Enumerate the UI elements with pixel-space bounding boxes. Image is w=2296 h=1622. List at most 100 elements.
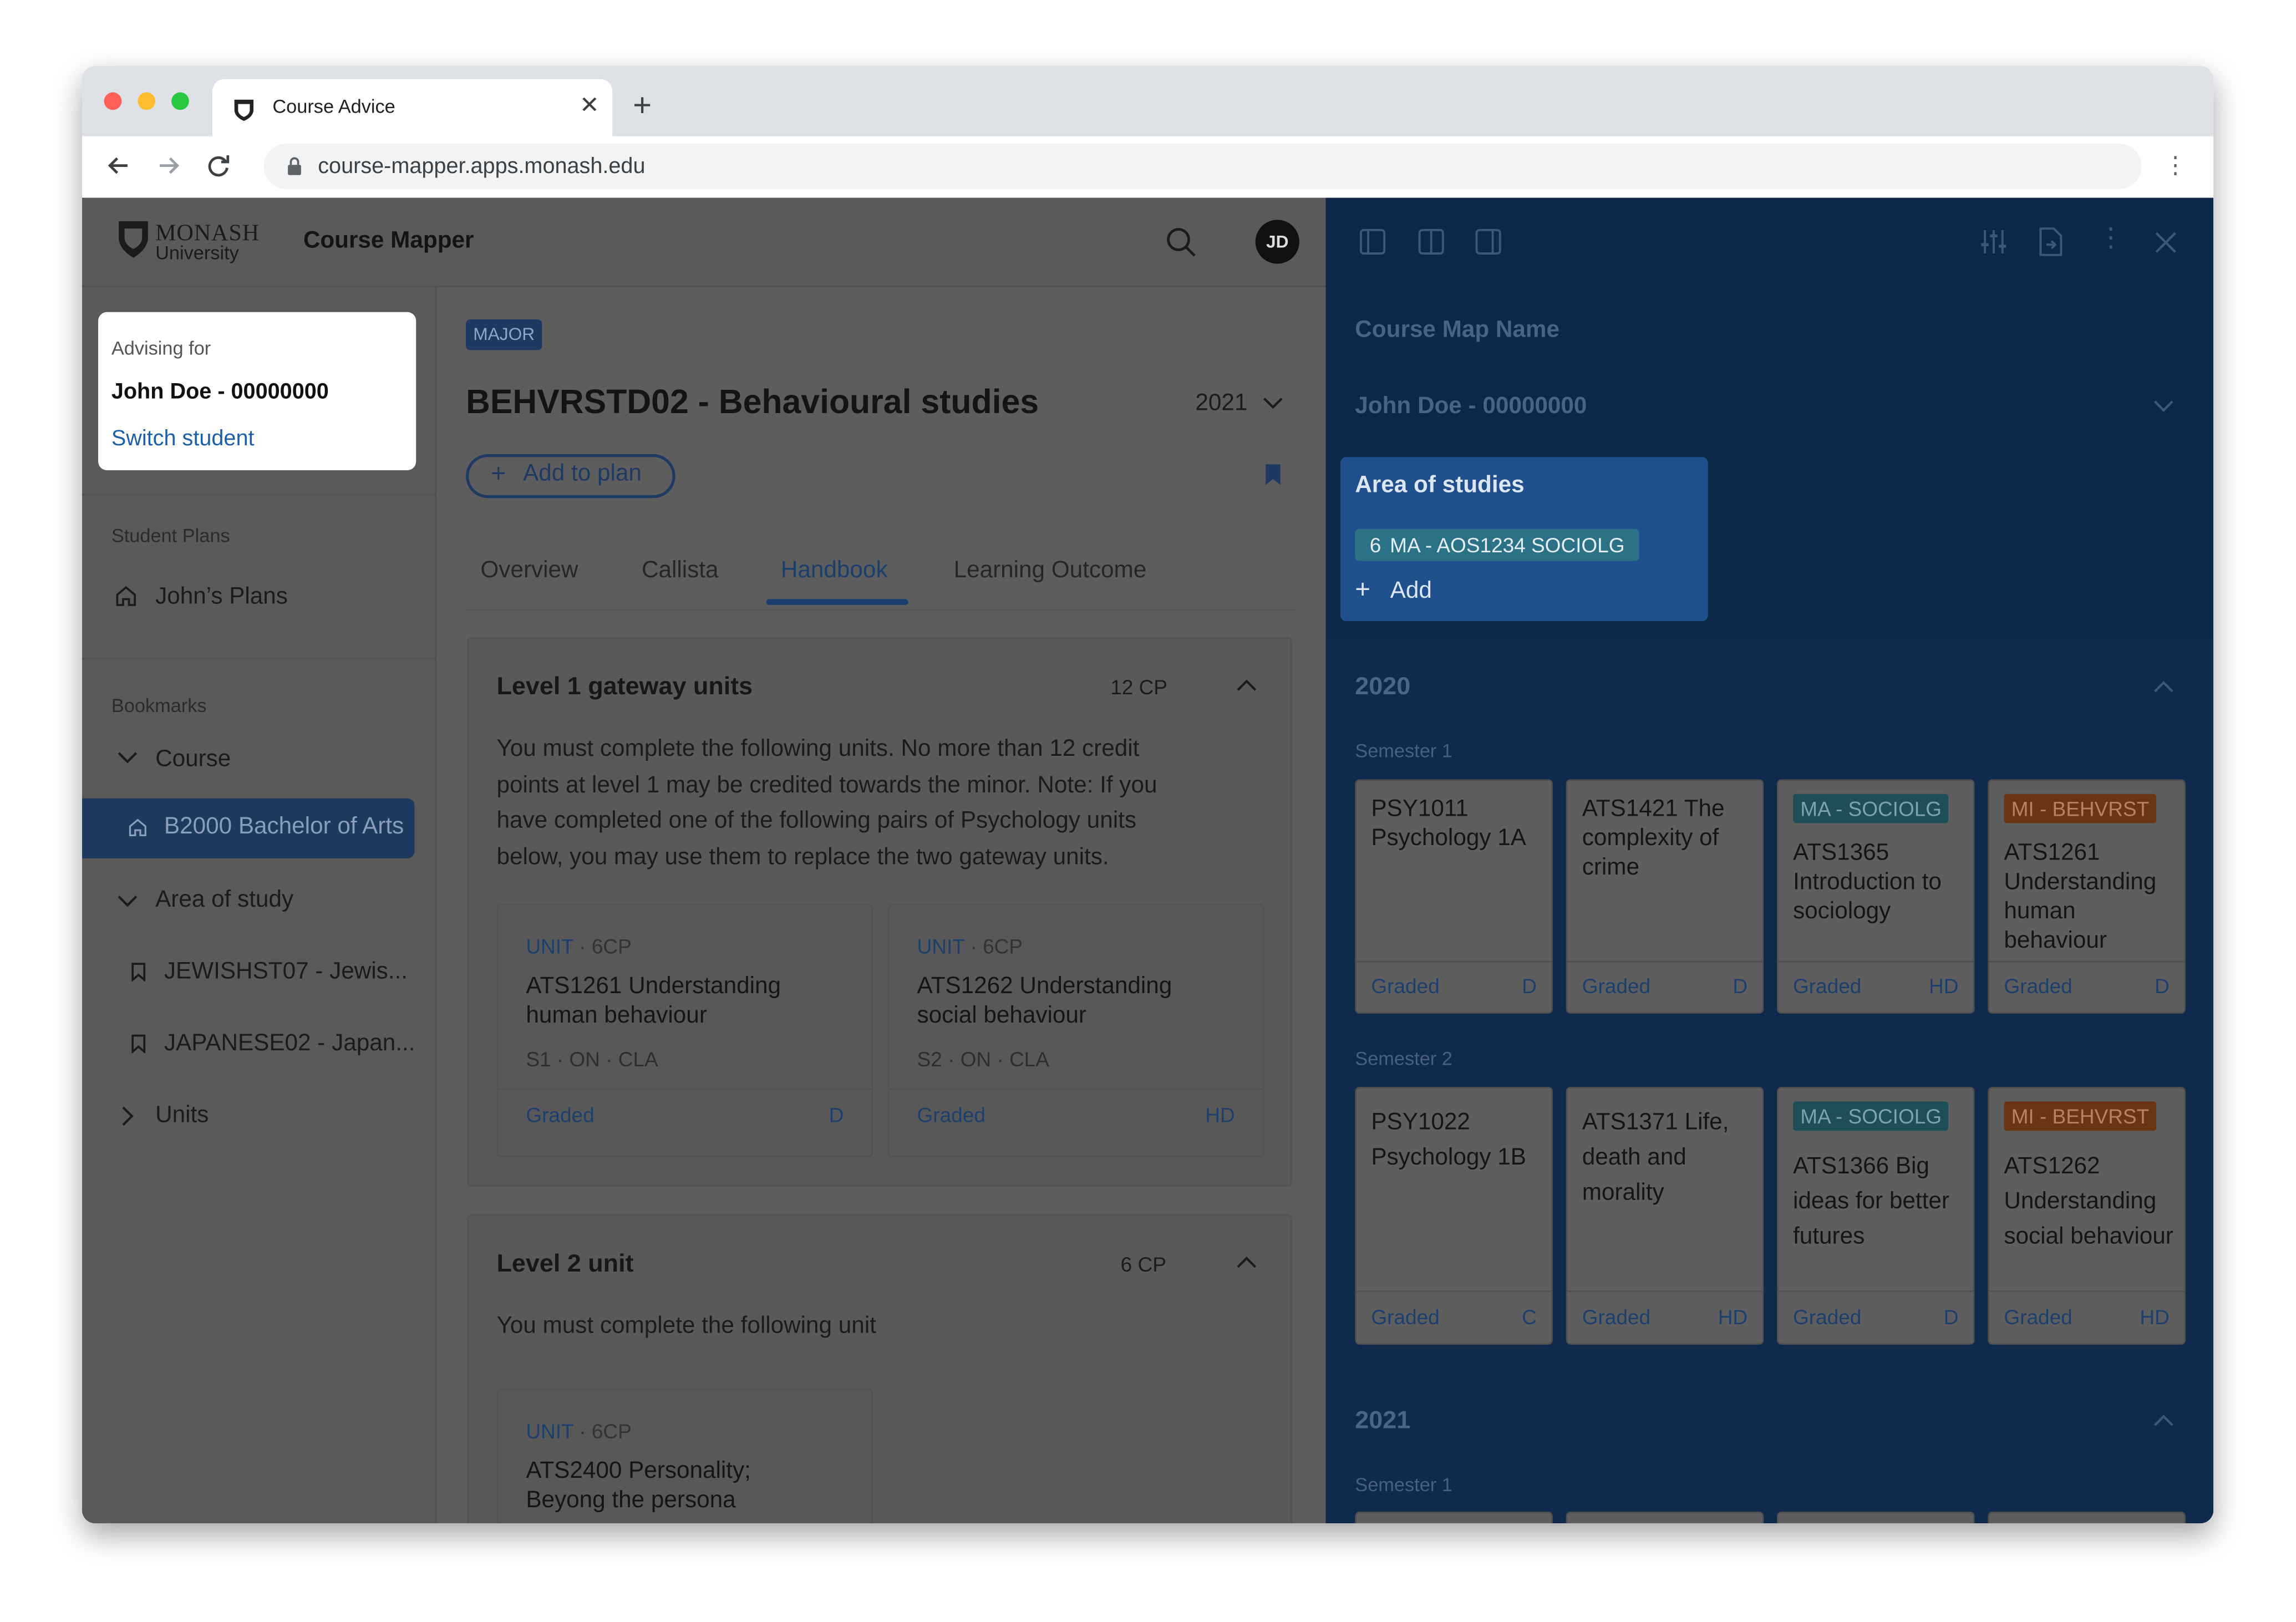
export-document-icon[interactable]: [2038, 227, 2064, 257]
tab-learning-outcome[interactable]: Learning Outcome: [954, 558, 1147, 584]
unit-grade: HD: [2140, 1305, 2170, 1329]
aos-chip[interactable]: 6 MA - AOS1234 SOCIOLG: [1355, 528, 1639, 561]
unit-card-divider: [1989, 960, 2185, 963]
address-bar[interactable]: course-mapper.apps.monash.edu: [263, 143, 2142, 189]
chevron-right-icon[interactable]: [120, 1106, 135, 1126]
plan-unit-card[interactable]: [1566, 1511, 1764, 1524]
chevron-up-icon[interactable]: [2153, 680, 2174, 693]
sidebar-divider: [82, 658, 435, 659]
major-tag: MA - SOCIOLG: [1793, 794, 1949, 823]
lock-icon: [288, 157, 301, 175]
unit-card-divider: [1356, 1290, 1552, 1292]
plan-unit-card[interactable]: MI - BEHVRST ATS1262 Understanding socia…: [1988, 1086, 2186, 1345]
maximize-window-button[interactable]: [171, 92, 189, 110]
close-tab-icon[interactable]: ✕: [580, 91, 599, 120]
plan-unit-card[interactable]: PSY1022 Psychology 1B Graded C: [1355, 1086, 1553, 1345]
close-window-button[interactable]: [104, 92, 122, 110]
unit-code: PSY1011 Psychology 1A: [1371, 797, 1526, 851]
more-icon[interactable]: ⋮: [2097, 223, 2124, 253]
unit-card[interactable]: UNIT · 6CP ATS2400 Personality; Beyong t…: [496, 1389, 873, 1524]
switch-student-link[interactable]: Switch student: [111, 426, 255, 451]
section-description: You must complete the following unit: [496, 1314, 876, 1339]
chevron-up-icon[interactable]: [1236, 1255, 1257, 1269]
plan-unit-card[interactable]: MA - SOCIOLG ATS1365 Introduction to soc…: [1776, 779, 1975, 1014]
left-pane: MONASH University Course Mapper JD Advis…: [82, 197, 1326, 1524]
tab-title: Course Advice: [272, 95, 395, 118]
close-icon[interactable]: [2155, 231, 2177, 253]
unit-card[interactable]: UNIT · 6CP ATS1261 Understanding human b…: [496, 903, 873, 1157]
search-icon[interactable]: [1166, 227, 1197, 258]
layout-left-icon[interactable]: [1359, 228, 1386, 255]
chevron-down-icon[interactable]: [117, 893, 138, 908]
chevron-up-icon[interactable]: [1236, 678, 1257, 691]
tab-handbook[interactable]: Handbook: [781, 558, 888, 584]
unit-code: ATS1262 Understanding social behaviour: [2004, 1154, 2173, 1250]
layout-right-icon[interactable]: [1475, 228, 1502, 255]
sliders-icon[interactable]: [1979, 227, 2008, 257]
major-badge: MAJOR: [466, 319, 542, 350]
advising-card: Advising for John Doe - 00000000 Switch …: [98, 312, 416, 470]
unit-name: ATS1262 Understanding social behaviour: [917, 974, 1172, 1029]
course-map-name[interactable]: Course Map Name: [1355, 318, 1560, 344]
unit-card-divider: [889, 1088, 1263, 1090]
unit-grade: D: [2155, 974, 2170, 998]
plan-unit-card[interactable]: MI - BEHVRST ATS1261 Understanding human…: [1988, 779, 2186, 1014]
unit-card[interactable]: UNIT · 6CP ATS1262 Understanding social …: [887, 903, 1264, 1157]
browser-titlebar: Course Advice ✕ +: [82, 66, 2214, 136]
sidebar-item-b2000[interactable]: B2000 Bachelor of Arts: [82, 798, 415, 858]
minimize-window-button[interactable]: [138, 92, 156, 110]
main-content: MAJOR BEHVRSTD02 - Behavioural studies 2…: [436, 287, 1325, 1524]
sidebar-group-units[interactable]: Units: [155, 1103, 209, 1130]
plan-unit-card[interactable]: ATS1371 Life, death and morality Graded …: [1566, 1086, 1764, 1345]
sidebar-group-course[interactable]: Course: [155, 747, 231, 774]
chevron-down-icon[interactable]: [2153, 400, 2174, 413]
add-to-plan-button[interactable]: + Add to plan: [466, 454, 675, 499]
reload-icon[interactable]: [202, 150, 235, 182]
plan-unit-card[interactable]: [1776, 1511, 1975, 1524]
minor-tag: MI - BEHVRST: [2004, 1101, 2157, 1131]
browser-tab[interactable]: Course Advice ✕: [212, 79, 613, 136]
back-icon[interactable]: [103, 150, 135, 182]
unit-grade: HD: [1205, 1103, 1235, 1127]
plus-icon[interactable]: +: [1355, 574, 1370, 605]
monash-logo[interactable]: MONASH University: [117, 220, 259, 267]
tab-callista[interactable]: Callista: [642, 558, 719, 584]
new-tab-icon[interactable]: +: [633, 87, 652, 125]
semester-label: Semester 2: [1355, 1047, 1452, 1070]
forward-icon[interactable]: [153, 150, 185, 182]
unit-grade: HD: [1718, 1305, 1748, 1329]
plan-unit-card[interactable]: PSY1011 Psychology 1A Graded D: [1355, 779, 1553, 1014]
tab-bar: Overview Callista Handbook Learning Outc…: [466, 551, 1297, 611]
unit-status: Graded: [2004, 1305, 2073, 1329]
unit-grade: D: [829, 1103, 844, 1127]
chevron-down-icon[interactable]: [117, 750, 138, 764]
app-title: Course Mapper: [303, 228, 474, 254]
plan-unit-card[interactable]: ATS1421 The complexity of crime Graded D: [1566, 779, 1764, 1014]
bookmark-filled-icon[interactable]: [1264, 463, 1282, 486]
sidebar-divider: [82, 494, 435, 495]
semester-label: Semester 1: [1355, 1473, 1452, 1496]
unit-status: Graded: [1582, 1305, 1651, 1329]
year-select[interactable]: 2021: [1195, 391, 1247, 418]
sidebar-item-area[interactable]: JEWISHST07 - Jewis...: [164, 959, 408, 986]
sidebar-group-area-of-study[interactable]: Area of study: [155, 888, 293, 914]
browser-window: Course Advice ✕ + course-mapper.apps.mon…: [82, 66, 2214, 1524]
add-area-button[interactable]: Add: [1390, 578, 1432, 605]
sidebar-item-area[interactable]: JAPANESE02 - Japan...: [164, 1031, 415, 1058]
plan-unit-card[interactable]: MA - SOCIOLG ATS1366 Big ideas for bette…: [1776, 1086, 1975, 1345]
chevron-up-icon[interactable]: [2153, 1413, 2174, 1427]
unit-schedule: S1 · ON · CLA: [526, 1047, 658, 1071]
plan-unit-card[interactable]: [1355, 1511, 1553, 1524]
bookmark-icon: [131, 1034, 146, 1054]
layout-split-icon[interactable]: [1418, 228, 1445, 255]
avatar[interactable]: JD: [1255, 220, 1299, 264]
plan-unit-card[interactable]: [1988, 1511, 2186, 1524]
sidebar-item-johns-plans[interactable]: John’s Plans: [155, 584, 288, 611]
unit-code: ATS1365 Introduction to sociology: [1793, 841, 1942, 924]
logo-subtitle: University: [155, 241, 239, 264]
tab-overview[interactable]: Overview: [480, 558, 578, 584]
unit-card-divider: [498, 1088, 872, 1090]
chevron-down-icon[interactable]: [1263, 395, 1283, 410]
student-plans-heading: Student Plans: [111, 524, 230, 547]
browser-menu-icon[interactable]: ⋮: [2163, 151, 2187, 180]
